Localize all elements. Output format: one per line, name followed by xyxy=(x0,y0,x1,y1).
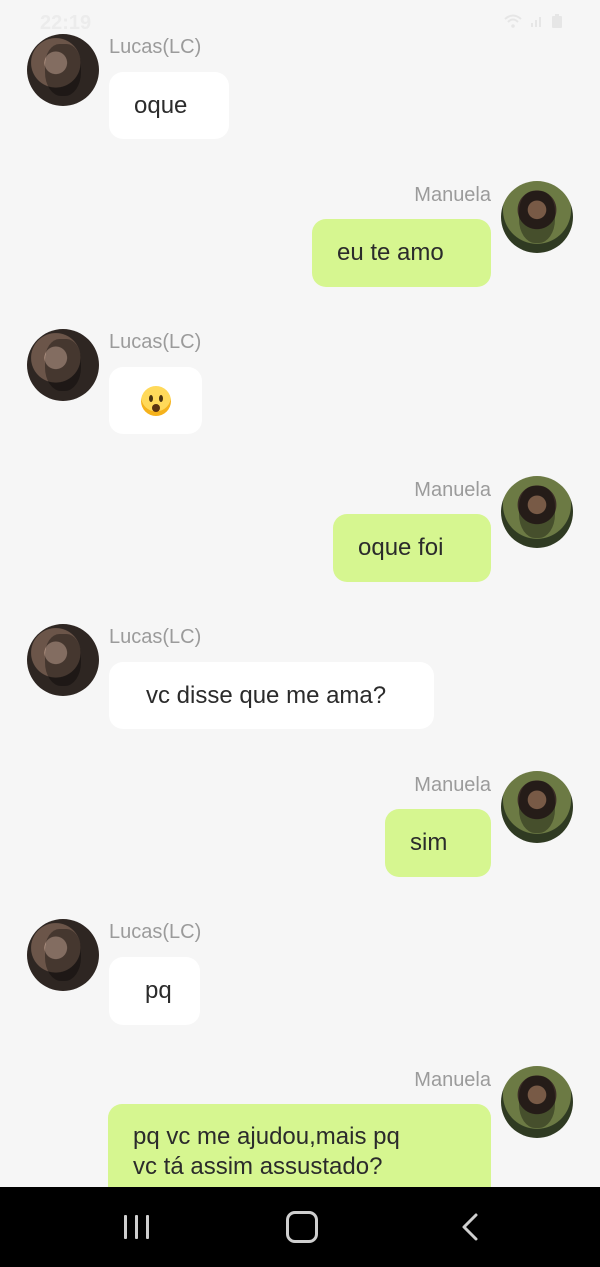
message-bubble[interactable]: vc disse que me ama? xyxy=(109,662,434,729)
message-bubble[interactable]: oque xyxy=(109,72,229,139)
avatar-lucas[interactable] xyxy=(27,624,99,696)
message-line: pq vc me ajudou,mais pq xyxy=(133,1123,400,1150)
message-line: vc tá assim assustado? xyxy=(133,1153,383,1180)
back-icon[interactable] xyxy=(452,1207,488,1247)
wifi-icon xyxy=(504,14,522,28)
avatar-manuela[interactable] xyxy=(501,771,573,843)
status-bar: 22:19 xyxy=(0,0,600,40)
avatar-lucas[interactable] xyxy=(27,34,99,106)
battery-icon xyxy=(552,14,562,28)
avatar-lucas[interactable] xyxy=(27,919,99,991)
avatar-manuela[interactable] xyxy=(501,476,573,548)
sender-name: Lucas(LC) xyxy=(109,626,202,648)
status-icons xyxy=(504,14,562,28)
sender-name: Lucas(LC) xyxy=(109,921,202,943)
sender-name: Lucas(LC) xyxy=(109,331,202,353)
home-icon[interactable] xyxy=(284,1207,320,1247)
message-bubble[interactable]: pq xyxy=(109,957,200,1025)
hushed-face-emoji xyxy=(140,385,171,416)
message-bubble[interactable]: oque foi xyxy=(333,514,491,582)
sender-name: Manuela xyxy=(414,774,491,796)
status-time: 22:19 xyxy=(40,12,92,34)
sender-name: Manuela xyxy=(414,184,491,206)
sender-name: Manuela xyxy=(414,479,491,501)
avatar-manuela[interactable] xyxy=(501,1066,573,1138)
message-bubble[interactable]: sim xyxy=(385,809,491,877)
message-bubble[interactable] xyxy=(109,367,202,434)
chat-thread[interactable]: Lucas(LC) oque Manuela eu te amo Lucas(L… xyxy=(0,0,600,1187)
message-bubble[interactable]: eu te amo xyxy=(312,219,491,287)
sender-name: Manuela xyxy=(414,1069,491,1091)
signal-icon xyxy=(531,17,541,27)
avatar-manuela[interactable] xyxy=(501,181,573,253)
navigation-bar xyxy=(0,1187,600,1267)
message-bubble[interactable]: pq vc me ajudou,mais pq vc tá assim assu… xyxy=(108,1104,491,1187)
recents-icon[interactable] xyxy=(118,1207,154,1247)
avatar-lucas[interactable] xyxy=(27,329,99,401)
